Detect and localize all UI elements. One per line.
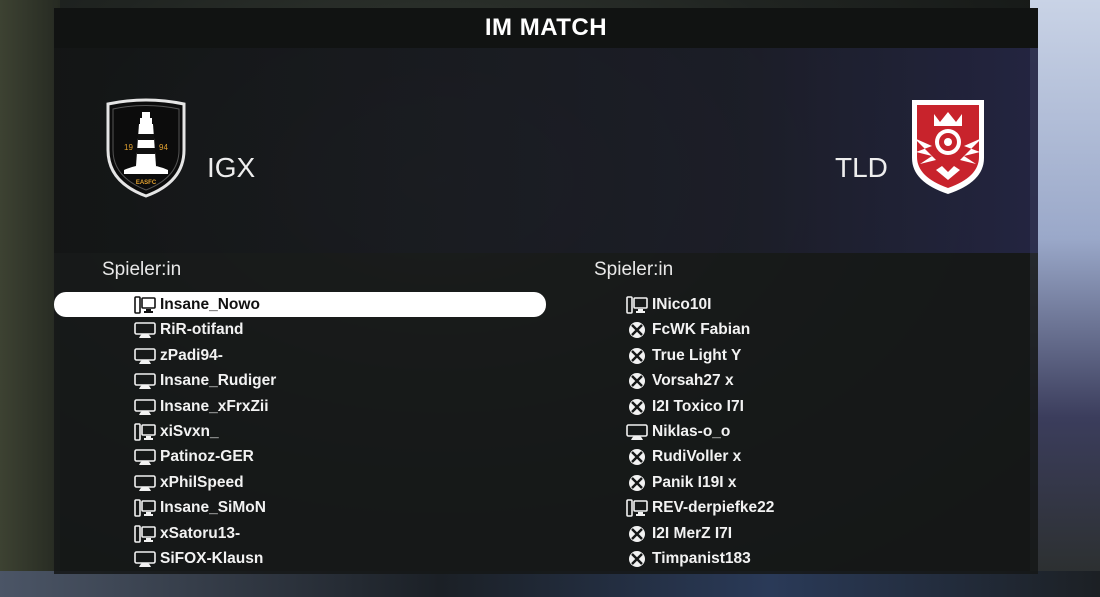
away-player-row[interactable]: Vorsah27 x	[546, 368, 1038, 393]
background-right	[1030, 0, 1100, 597]
pc-icon	[626, 499, 648, 517]
player-name: INico10I	[652, 296, 712, 313]
title-bar: IM MATCH	[54, 8, 1038, 48]
away-player-row[interactable]: RudiVoller x	[546, 444, 1038, 469]
console-icon	[134, 474, 156, 492]
page-title: IM MATCH	[484, 14, 608, 41]
away-team-crest	[912, 100, 984, 194]
pc-icon	[134, 423, 156, 441]
xbox-icon	[626, 525, 648, 543]
away-player-row[interactable]: INico10I	[546, 292, 1038, 317]
home-player-row[interactable]: RiR-otifand	[54, 317, 546, 342]
away-players-header: Spieler:in	[594, 259, 674, 280]
home-crest-year-right: 94	[159, 143, 168, 152]
player-name: RiR-otifand	[160, 321, 244, 339]
player-name: xSatoru13-	[160, 524, 241, 542]
home-player-row[interactable]: xiSvxn_	[54, 419, 546, 444]
away-player-list: INico10I FcWK Fabian True Light Y Vorsah27 …	[546, 292, 1038, 571]
away-player-row[interactable]: I2I MerZ I7I	[546, 521, 1038, 546]
home-player-row[interactable]: xPhilSpeed	[54, 470, 546, 495]
background-left	[0, 0, 60, 597]
away-player-row[interactable]: REV-derpiefke22	[546, 495, 1038, 520]
player-name: Insane_Nowo	[160, 296, 260, 313]
away-player-row[interactable]: True Light Y	[546, 343, 1038, 368]
background-bottom	[0, 571, 1100, 597]
away-player-row[interactable]: Timpanist183	[546, 546, 1038, 571]
console-icon	[134, 372, 156, 390]
player-name: Timpanist183	[652, 549, 751, 567]
player-name: Insane_SiMoN	[160, 499, 266, 517]
console-icon	[134, 448, 156, 466]
pc-icon	[134, 296, 156, 314]
player-name: xPhilSpeed	[160, 473, 244, 491]
home-player-row[interactable]: SiFOX-Klausn	[54, 546, 546, 571]
console-icon	[134, 321, 156, 339]
home-player-row[interactable]: xSatoru13-	[54, 521, 546, 546]
away-player-row[interactable]: Niklas-o_o	[546, 419, 1038, 444]
pc-icon	[134, 499, 156, 517]
xbox-icon	[626, 372, 648, 390]
home-player-row[interactable]: Patinoz-GER	[54, 444, 546, 469]
player-name: xiSvxn_	[160, 422, 219, 440]
xbox-icon	[626, 448, 648, 466]
player-name: Insane_xFrxZii	[160, 397, 269, 415]
home-team-crest: 19 94 EASFC	[106, 98, 186, 198]
xbox-icon	[626, 550, 648, 568]
player-name: I2I MerZ I7I	[652, 524, 733, 542]
home-player-row[interactable]: zPadi94-	[54, 343, 546, 368]
home-crest-label: EASFC	[136, 180, 157, 186]
home-team-name: IGX	[207, 152, 256, 183]
home-crest-year-left: 19	[124, 143, 133, 152]
home-players-header: Spieler:in	[102, 259, 182, 280]
player-name: SiFOX-Klausn	[160, 549, 264, 567]
xbox-icon	[626, 347, 648, 365]
console-icon	[134, 398, 156, 416]
player-name: Panik I19I x	[652, 473, 737, 491]
player-name: Niklas-o_o	[652, 422, 731, 440]
player-name: Insane_Rudiger	[160, 372, 277, 390]
home-player-row[interactable]: Insane_SiMoN	[54, 495, 546, 520]
away-player-row[interactable]: Panik I19I x	[546, 470, 1038, 495]
xbox-icon	[626, 321, 648, 339]
away-team-name: TLD	[835, 152, 888, 183]
console-icon	[626, 423, 648, 441]
player-name: zPadi94-	[160, 346, 223, 364]
home-player-row[interactable]: Insane_xFrxZii	[54, 394, 546, 419]
player-name: RudiVoller x	[652, 448, 742, 466]
home-player-row[interactable]: Insane_Rudiger	[54, 368, 546, 393]
teams-banner: 19 94 EASFC IGX TLD	[54, 48, 1038, 253]
player-name: REV-derpiefke22	[652, 499, 775, 517]
player-name: FcWK Fabian	[652, 321, 751, 339]
player-name: True Light Y	[652, 346, 742, 364]
home-player-row[interactable]: Insane_Nowo	[54, 292, 546, 318]
console-icon	[134, 550, 156, 568]
away-player-row[interactable]: I2I Toxico I7I	[546, 394, 1038, 419]
away-player-row[interactable]: FcWK Fabian	[546, 317, 1038, 342]
player-name: Vorsah27 x	[652, 372, 734, 390]
match-panel: IM MATCH 19 94 EASFC IGX TLD Spieler:in …	[54, 8, 1038, 574]
pc-icon	[626, 296, 648, 314]
player-name: Patinoz-GER	[160, 448, 254, 466]
player-name: I2I Toxico I7I	[652, 397, 744, 415]
xbox-icon	[626, 398, 648, 416]
home-player-list: Insane_Nowo RiR-otifand zPadi94- Insane_Rud…	[54, 292, 546, 571]
xbox-icon	[626, 474, 648, 492]
console-icon	[134, 347, 156, 365]
pc-icon	[134, 524, 156, 543]
